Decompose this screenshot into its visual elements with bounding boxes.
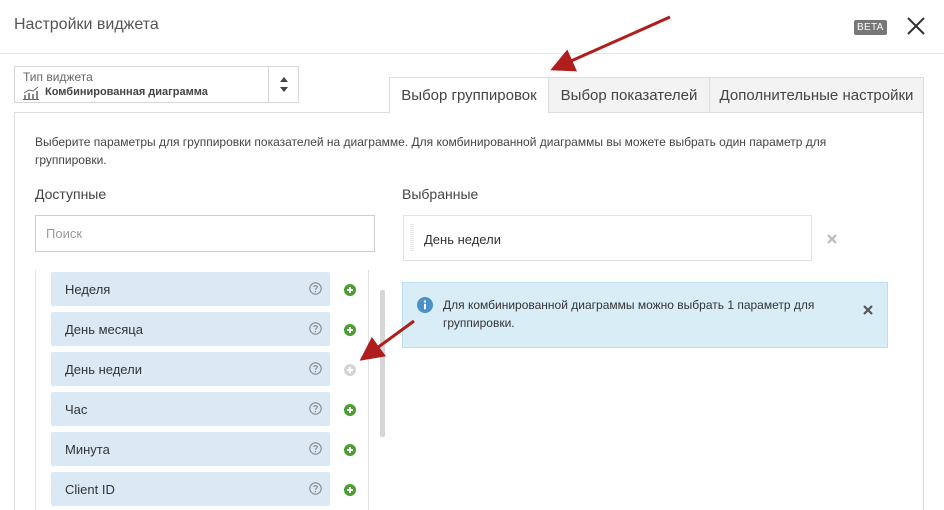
tab-metrics[interactable]: Выбор показателей (548, 77, 710, 113)
drag-handle-icon[interactable] (410, 224, 414, 252)
select-arrows-icon[interactable] (268, 67, 298, 102)
help-icon[interactable] (309, 362, 322, 375)
available-heading: Доступные (35, 186, 107, 202)
remove-icon[interactable] (826, 232, 838, 244)
chart-icon (23, 86, 39, 100)
description-text: Выберите параметры для группировки показ… (35, 135, 827, 167)
close-icon[interactable] (863, 302, 873, 315)
list-item-label: Client ID (65, 482, 115, 497)
list-item-label: Неделя (65, 282, 111, 297)
list-item[interactable]: Client ID (51, 472, 330, 506)
help-icon[interactable] (309, 442, 322, 455)
dialog-title: Настройки виджета (14, 16, 159, 33)
search-input[interactable] (35, 215, 375, 252)
add-icon-disabled (344, 363, 356, 376)
list-item[interactable]: Неделя (51, 272, 330, 306)
info-icon (417, 297, 433, 313)
selected-item[interactable]: День недели (403, 215, 812, 261)
add-icon[interactable] (344, 283, 356, 296)
list-scrollbar[interactable] (380, 290, 385, 437)
add-icon[interactable] (344, 443, 356, 456)
tab-additional-settings[interactable]: Дополнительные настройки (709, 77, 924, 113)
info-alert: Для комбинированной диаграммы можно выбр… (402, 282, 888, 348)
help-icon[interactable] (309, 482, 322, 495)
widget-type-label: Тип виджета (23, 70, 93, 84)
dialog-header: Настройки виджета BETA (0, 0, 944, 54)
beta-badge: BETA (854, 20, 887, 35)
list-item-label: Минута (65, 442, 110, 457)
list-item[interactable]: Час (51, 392, 330, 426)
list-item[interactable]: День недели (51, 352, 330, 386)
list-item[interactable]: День месяца (51, 312, 330, 346)
help-icon[interactable] (309, 402, 322, 415)
list-item-label: Час (65, 402, 88, 417)
list-item[interactable]: Минута (51, 432, 330, 466)
close-icon[interactable] (904, 14, 928, 38)
list-item-label: День месяца (65, 322, 143, 337)
selected-heading: Выбранные (402, 186, 479, 202)
widget-type-value: Комбинированная диаграмма (45, 86, 208, 98)
list-item-label: День недели (65, 362, 142, 377)
info-text: Для комбинированной диаграммы можно выбр… (443, 298, 815, 330)
help-icon[interactable] (309, 282, 322, 295)
add-icon[interactable] (344, 323, 356, 336)
add-icon[interactable] (344, 483, 356, 496)
widget-type-select[interactable]: Тип виджета Комбинированная диаграмма (14, 66, 299, 103)
help-icon[interactable] (309, 322, 322, 335)
add-icon[interactable] (344, 403, 356, 416)
tab-groupings[interactable]: Выбор группировок (389, 77, 549, 114)
selected-item-label: День недели (424, 232, 501, 247)
